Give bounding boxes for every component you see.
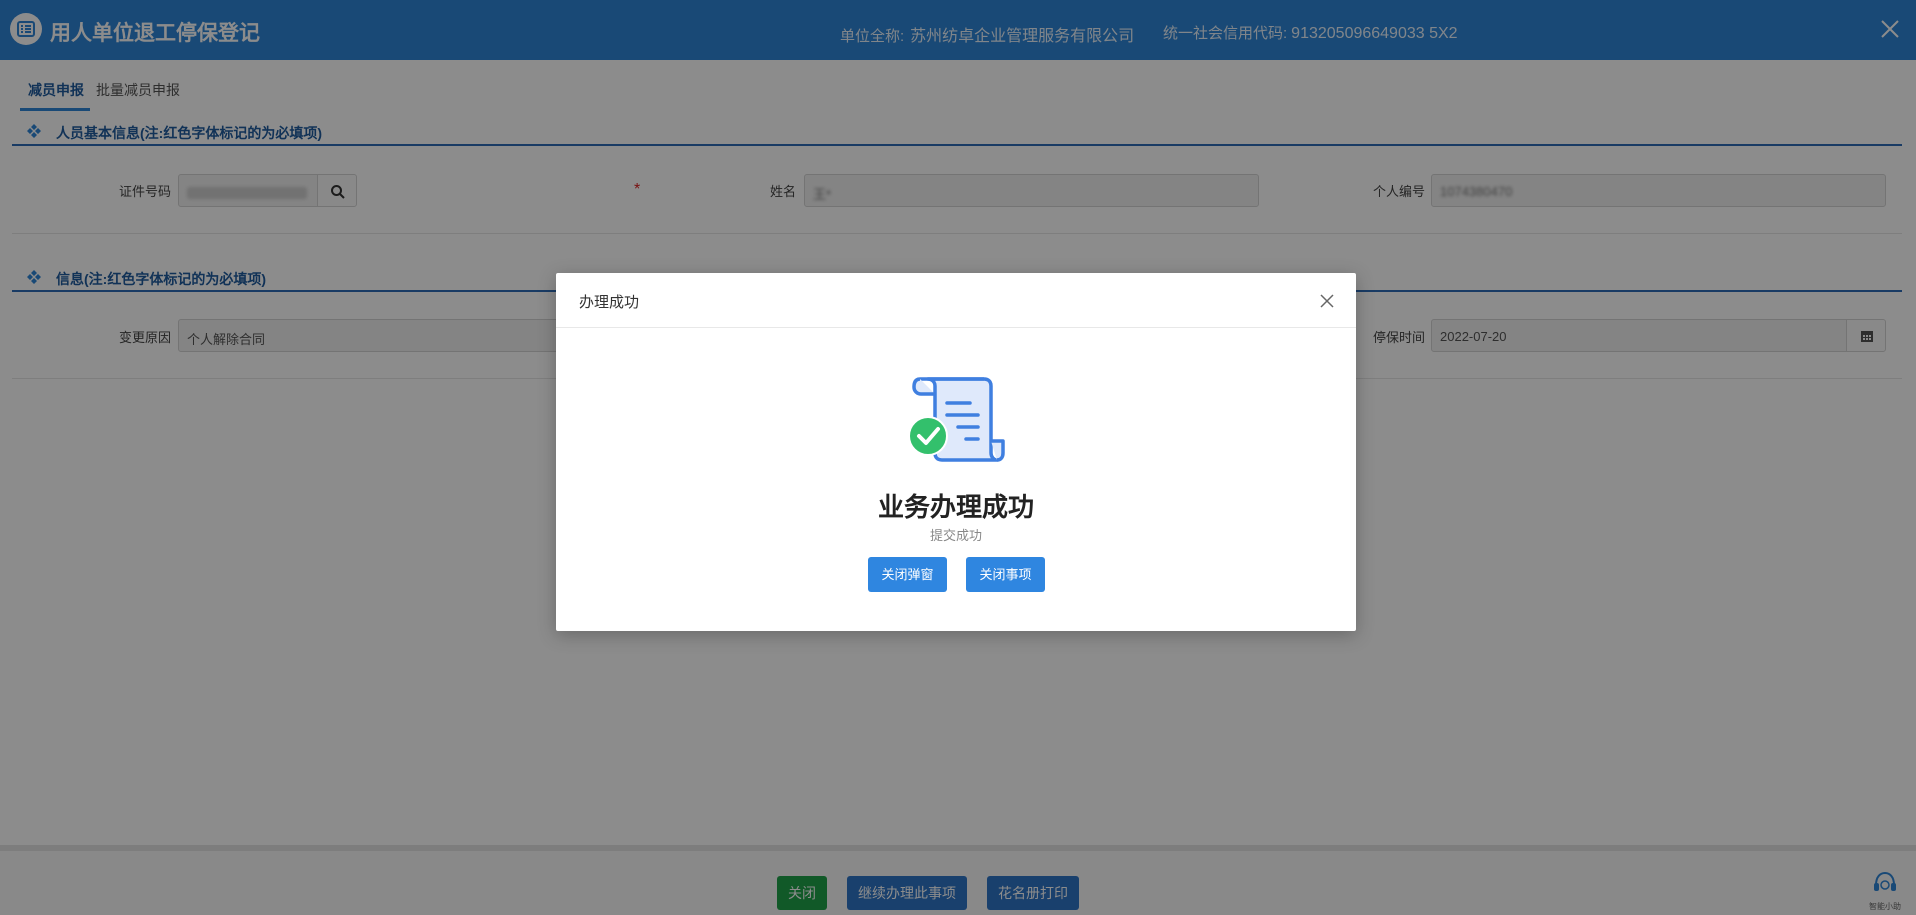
success-subtext: 提交成功 [929, 528, 982, 543]
dialog-header: 办理成功 [556, 273, 1356, 328]
close-item-button[interactable]: 关闭事项 [966, 557, 1045, 592]
close-popup-button[interactable]: 关闭弹窗 [868, 557, 947, 592]
success-headline: 业务办理成功 [877, 492, 1034, 522]
close-icon[interactable] [1319, 293, 1335, 309]
document-success-icon [908, 377, 1005, 462]
success-dialog: 办理成功 业务办理成功 提交成功 关闭弹窗 关闭事项 [556, 273, 1356, 631]
dialog-title: 办理成功 [579, 294, 640, 311]
